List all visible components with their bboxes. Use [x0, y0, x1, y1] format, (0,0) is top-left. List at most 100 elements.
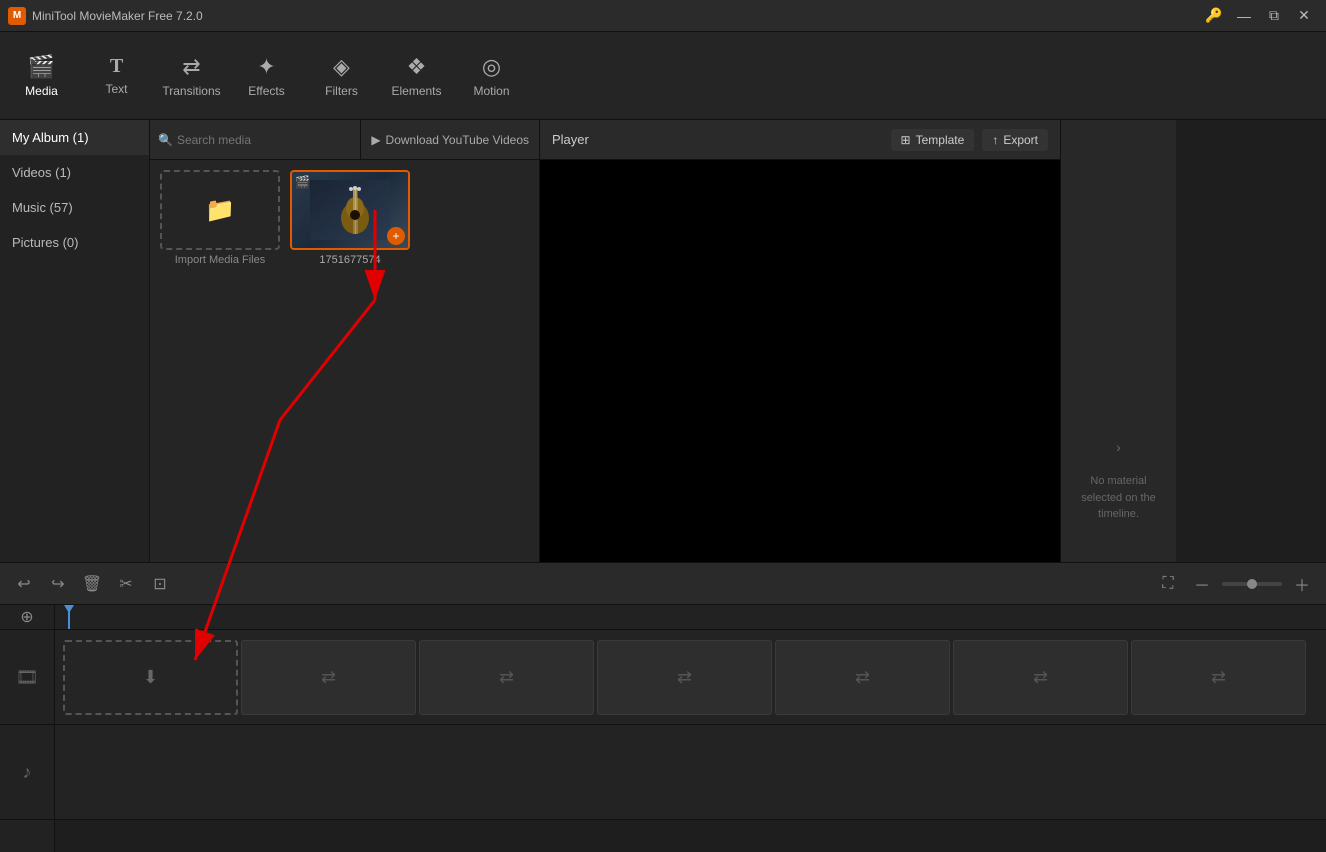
youtube-icon: ▶	[371, 133, 380, 147]
app: M MiniTool MovieMaker Free 7.2.0 🔑 — ⧉ ✕…	[0, 0, 1326, 852]
playhead-triangle	[64, 605, 74, 613]
filters-icon: ◈	[333, 54, 350, 80]
transitions-label: Transitions	[162, 84, 220, 98]
text-label: Text	[105, 82, 127, 96]
timeline-ruler-area: ⬇ ⇄ ⇄ ⇄ ⇄	[55, 605, 1326, 852]
video-preview-image	[310, 180, 390, 240]
player-header: Player ⊞ Template ↑ Export	[540, 120, 1060, 160]
sidebar-item-music[interactable]: Music (57)	[0, 190, 149, 225]
zoom-handle[interactable]	[1247, 579, 1257, 589]
minimize-button[interactable]: —	[1230, 5, 1258, 27]
sidebar-item-pictures[interactable]: Pictures (0)	[0, 225, 149, 260]
export-label: Export	[1003, 133, 1038, 147]
motion-label: Motion	[473, 84, 509, 98]
restore-button[interactable]: ⧉	[1260, 5, 1288, 27]
toolbar-transitions[interactable]: ⇄ Transitions	[154, 36, 229, 116]
toolbar-elements[interactable]: ❖ Elements	[379, 36, 454, 116]
search-area[interactable]: 🔍	[150, 120, 361, 159]
no-material-text: No material selected on the timeline.	[1061, 463, 1176, 533]
audio-track-label: ♪	[0, 725, 54, 820]
track-cell-3[interactable]: ⇄	[597, 640, 772, 715]
search-icon: 🔍	[158, 133, 173, 147]
media-header: 🔍 ▶ Download YouTube Videos	[150, 120, 539, 160]
template-label: Template	[916, 133, 965, 147]
export-icon: ↑	[992, 133, 998, 147]
import-box[interactable]: 📁	[160, 170, 280, 250]
collapse-icon[interactable]: ›	[1116, 439, 1121, 455]
track-cell-4[interactable]: ⇄	[775, 640, 950, 715]
elements-label: Elements	[391, 84, 441, 98]
titlebar-left: M MiniTool MovieMaker Free 7.2.0	[8, 7, 203, 25]
media-icon: 🎬	[28, 54, 55, 80]
transition-icon-6: ⇄	[1211, 667, 1226, 688]
app-logo: M	[8, 7, 26, 25]
elements-icon: ❖	[407, 54, 427, 80]
timeline-toolbar: ↩ ↪ 🗑 ✂ ⊡ ⛶ － ＋	[0, 563, 1326, 605]
toolbar-motion[interactable]: ◎ Motion	[454, 36, 529, 116]
toolbar: 🎬 Media T Text ⇄ Transitions ✦ Effects ◈…	[0, 32, 1326, 120]
toolbar-filters[interactable]: ◈ Filters	[304, 36, 379, 116]
audio-track	[55, 725, 1326, 820]
effects-label: Effects	[248, 84, 284, 98]
timeline-area: ⊕ 🎞 ♪	[0, 605, 1326, 852]
video-filename: 1751677574	[319, 254, 380, 266]
filters-label: Filters	[325, 84, 358, 98]
video-media-item[interactable]: 🎬 + 1751677574	[290, 170, 410, 266]
track-cell-0[interactable]: ⬇	[63, 640, 238, 715]
download-youtube-button[interactable]: ▶ Download YouTube Videos	[361, 120, 539, 159]
audio-track-icon: ♪	[23, 762, 32, 783]
timeline-tools-right: ⛶ － ＋	[1154, 570, 1316, 598]
zoom-in-button[interactable]: ＋	[1288, 570, 1316, 598]
timeline: ↩ ↪ 🗑 ✂ ⊡ ⛶ － ＋ ⊕	[0, 562, 1326, 852]
titlebar: M MiniTool MovieMaker Free 7.2.0 🔑 — ⧉ ✕	[0, 0, 1326, 32]
redo-button[interactable]: ↪	[44, 570, 72, 598]
video-track-label: 🎞	[0, 630, 54, 725]
track-cell-6[interactable]: ⇄	[1131, 640, 1306, 715]
player-actions: ⊞ Template ↑ Export	[891, 129, 1048, 151]
zoom-slider[interactable]	[1222, 582, 1282, 586]
download-label: Download YouTube Videos	[386, 133, 529, 147]
video-track-cells: ⬇ ⇄ ⇄ ⇄ ⇄	[63, 630, 1309, 724]
video-thumbnail: 🎬 +	[290, 170, 410, 250]
template-button[interactable]: ⊞ Template	[891, 129, 975, 151]
export-button[interactable]: ↑ Export	[982, 129, 1048, 151]
import-media-item[interactable]: 📁 Import Media Files	[160, 170, 280, 266]
toolbar-effects[interactable]: ✦ Effects	[229, 36, 304, 116]
sidebar-item-my-album[interactable]: My Album (1)	[0, 120, 149, 155]
timeline-tools-left: ↩ ↪ 🗑 ✂ ⊡	[10, 570, 174, 598]
undo-button[interactable]: ↩	[10, 570, 38, 598]
playhead[interactable]	[68, 605, 70, 629]
track-cell-2[interactable]: ⇄	[419, 640, 594, 715]
logo-icon: M	[13, 10, 21, 21]
transition-icon-2: ⇄	[499, 667, 514, 688]
cut-button[interactable]: ✂	[112, 570, 140, 598]
video-indicator-icon: 🎬	[295, 175, 310, 189]
fit-view-button[interactable]: ⛶	[1154, 570, 1182, 598]
track-cell-1[interactable]: ⇄	[241, 640, 416, 715]
transition-icon-1: ⇄	[321, 667, 336, 688]
crop-button[interactable]: ⊡	[146, 570, 174, 598]
search-input[interactable]	[177, 133, 352, 147]
zoom-slider-area	[1222, 582, 1282, 586]
pin-button[interactable]: 🔑	[1200, 5, 1228, 27]
add-track-icon[interactable]: ⊕	[20, 607, 33, 627]
folder-icon: 📁	[205, 196, 235, 225]
transition-icon-5: ⇄	[1033, 667, 1048, 688]
track-cell-5[interactable]: ⇄	[953, 640, 1128, 715]
add-to-timeline-button[interactable]: +	[387, 227, 405, 245]
sidebar-item-videos[interactable]: Videos (1)	[0, 155, 149, 190]
toolbar-media[interactable]: 🎬 Media	[4, 36, 79, 116]
toolbar-text[interactable]: T Text	[79, 36, 154, 116]
download-to-track-icon: ⬇	[143, 667, 158, 688]
timeline-ruler	[55, 605, 1326, 630]
close-button[interactable]: ✕	[1290, 5, 1318, 27]
track-labels: ⊕ 🎞 ♪	[0, 605, 55, 852]
template-icon: ⊞	[901, 133, 911, 147]
titlebar-controls: 🔑 — ⧉ ✕	[1200, 5, 1318, 27]
text-icon: T	[110, 55, 123, 78]
player-title: Player	[552, 132, 589, 147]
zoom-out-button[interactable]: －	[1188, 570, 1216, 598]
delete-button[interactable]: 🗑	[78, 570, 106, 598]
media-label: Media	[25, 84, 58, 98]
video-track-icon: 🎞	[16, 667, 39, 688]
